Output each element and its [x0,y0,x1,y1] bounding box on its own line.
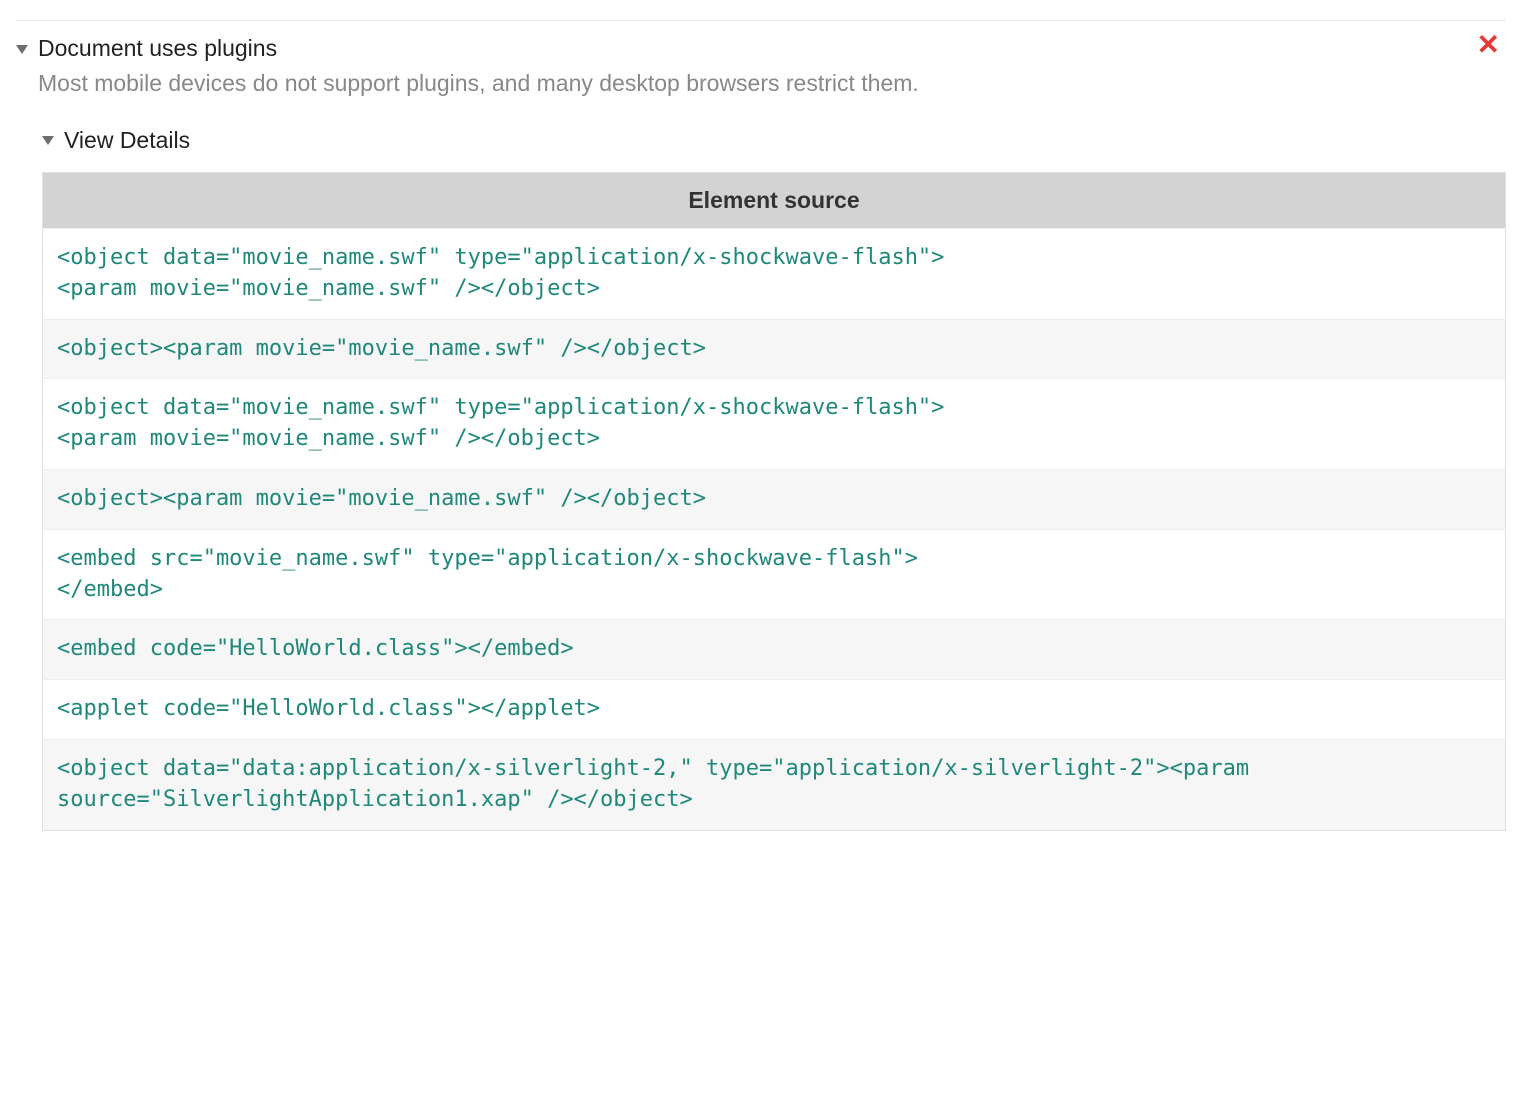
table-header-row: Element source [43,173,1506,229]
table-row: <embed src="movie_name.swf" type="applic… [43,529,1506,620]
audit-details: View Details Element source <object data… [16,127,1506,831]
element-source-cell: <object data="movie_name.swf" type="appl… [43,229,1506,320]
table-row: <object data="data:application/x-silverl… [43,740,1506,831]
fail-x-icon: ✕ [1477,31,1500,59]
element-source-cell: <object data="data:application/x-silverl… [43,740,1506,831]
table-row: <embed code="HelloWorld.class"></embed> [43,620,1506,680]
element-source-cell: <applet code="HelloWorld.class"></applet… [43,680,1506,740]
chevron-down-icon[interactable] [42,136,54,145]
audit-titles: Document uses plugins Most mobile device… [38,33,1506,99]
table-row: <object data="movie_name.swf" type="appl… [43,379,1506,470]
table-header-cell: Element source [43,173,1506,229]
element-source-table: Element source <object data="movie_name.… [42,172,1506,831]
table-row: <applet code="HelloWorld.class"></applet… [43,680,1506,740]
audit-header: Document uses plugins Most mobile device… [16,33,1506,99]
audit-item: Document uses plugins Most mobile device… [16,20,1506,831]
element-source-cell: <embed code="HelloWorld.class"></embed> [43,620,1506,680]
element-source-cell: <embed src="movie_name.swf" type="applic… [43,529,1506,620]
view-details-label: View Details [64,127,190,154]
details-toggle-row[interactable]: View Details [42,127,1506,154]
element-source-cell: <object><param movie="movie_name.swf" />… [43,319,1506,379]
element-source-cell: <object><param movie="movie_name.swf" />… [43,470,1506,530]
table-row: <object data="movie_name.swf" type="appl… [43,229,1506,320]
audit-subtitle: Most mobile devices do not support plugi… [38,68,1506,99]
audit-title: Document uses plugins [38,33,1506,64]
table-row: <object><param movie="movie_name.swf" />… [43,470,1506,530]
table-row: <object><param movie="movie_name.swf" />… [43,319,1506,379]
chevron-down-icon[interactable] [16,45,28,54]
element-source-cell: <object data="movie_name.swf" type="appl… [43,379,1506,470]
